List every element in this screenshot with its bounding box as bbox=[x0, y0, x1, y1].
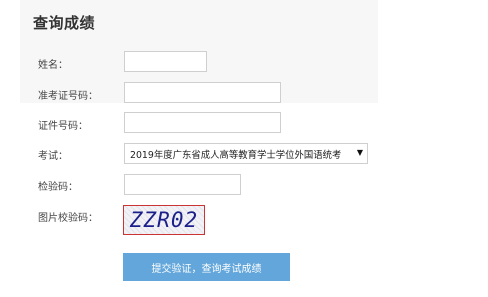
verify-code-input[interactable] bbox=[124, 174, 241, 195]
captcha-label: 图片校验码： bbox=[38, 213, 98, 224]
verify-code-label: 检验码： bbox=[38, 182, 78, 193]
page-title: 查询成绩 bbox=[33, 14, 96, 32]
id-number-input[interactable] bbox=[124, 112, 281, 133]
exam-selected-value: 2019年度广东省成人高等教育学士学位外国语统考 bbox=[130, 149, 342, 161]
exam-label: 考试： bbox=[38, 151, 68, 162]
name-input[interactable] bbox=[124, 51, 207, 72]
captcha-image[interactable]: ZZR02 bbox=[123, 205, 205, 235]
ticket-number-input[interactable] bbox=[124, 82, 281, 103]
submit-button[interactable]: 提交验证，查询考试成绩 bbox=[123, 253, 290, 281]
triangle-down-icon: ▼ bbox=[356, 148, 363, 157]
name-label: 姓名： bbox=[38, 60, 68, 71]
captcha-text: ZZR02 bbox=[129, 208, 199, 232]
id-number-label: 证件号码： bbox=[38, 121, 88, 132]
ticket-number-label: 准考证号码： bbox=[38, 91, 98, 102]
exam-select[interactable]: 2019年度广东省成人高等教育学士学位外国语统考 ▼ bbox=[124, 143, 368, 164]
